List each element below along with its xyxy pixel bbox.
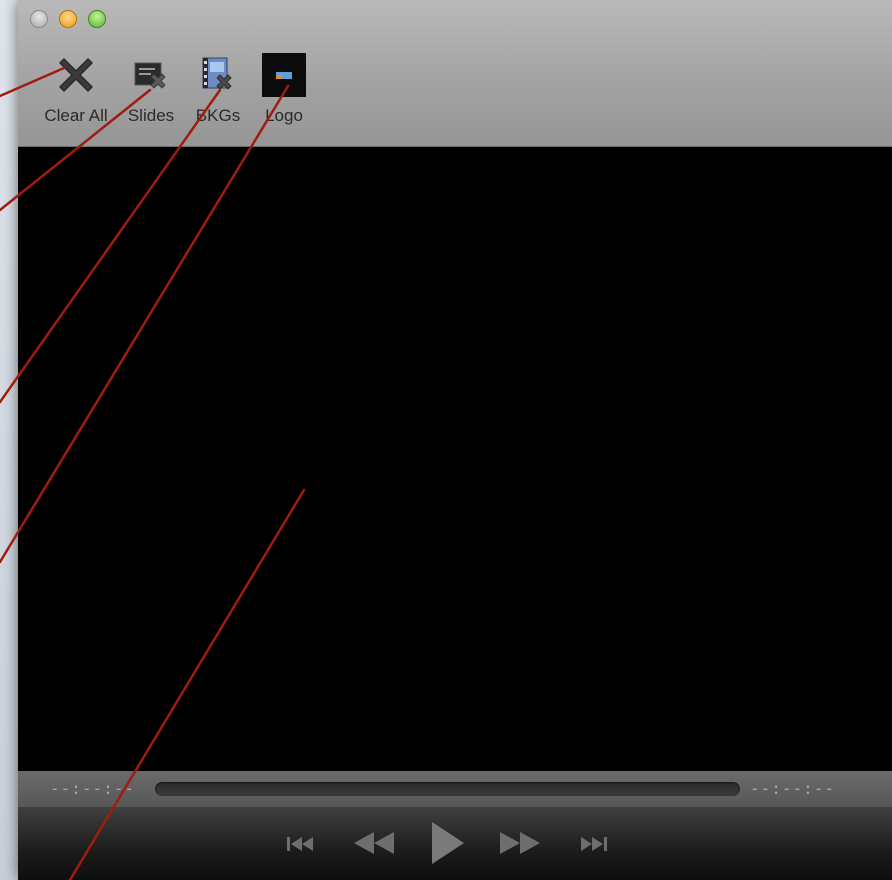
skip-to-end-button[interactable] [572,829,612,859]
bkgs-button[interactable]: BKGs [183,52,253,132]
clear-all-label: Clear All [44,106,108,125]
time-remaining: --:--:-- [750,779,836,798]
backgrounds-clear-icon [195,52,241,98]
transport-controls [18,807,892,880]
play-icon [432,822,464,864]
rewind-button[interactable] [348,825,400,861]
video-viewer[interactable] [18,147,892,771]
window-close-button[interactable] [30,10,48,28]
slides-label: Slides [127,106,175,125]
time-elapsed: --:--:-- [50,779,136,798]
scrub-bar: --:--:-- --:--:-- [18,771,892,807]
logo-icon [261,52,307,98]
logo-label: Logo [265,106,303,125]
toolbar: Clear All Slides BKGs Logo [18,0,892,147]
skip-to-start-button[interactable] [282,829,322,859]
bkgs-label: BKGs [195,106,241,125]
skip-to-start-icon [287,837,313,851]
window-minimize-button[interactable] [59,10,77,28]
skip-to-end-icon [581,837,607,851]
clear-all-button[interactable]: Clear All [26,52,126,132]
rewind-icon [354,832,394,854]
play-button[interactable] [422,819,470,867]
window-zoom-button[interactable] [88,10,106,28]
slides-button[interactable]: Slides [121,52,181,132]
fast-forward-button[interactable] [494,825,546,861]
fast-forward-icon [500,832,540,854]
clear-all-x-icon [53,52,99,98]
app-window: Clear All Slides BKGs Logo --:--:-- --:-… [18,0,892,880]
progress-track[interactable] [155,782,740,796]
slides-clear-icon [128,52,174,98]
logo-button[interactable]: Logo [253,52,315,132]
